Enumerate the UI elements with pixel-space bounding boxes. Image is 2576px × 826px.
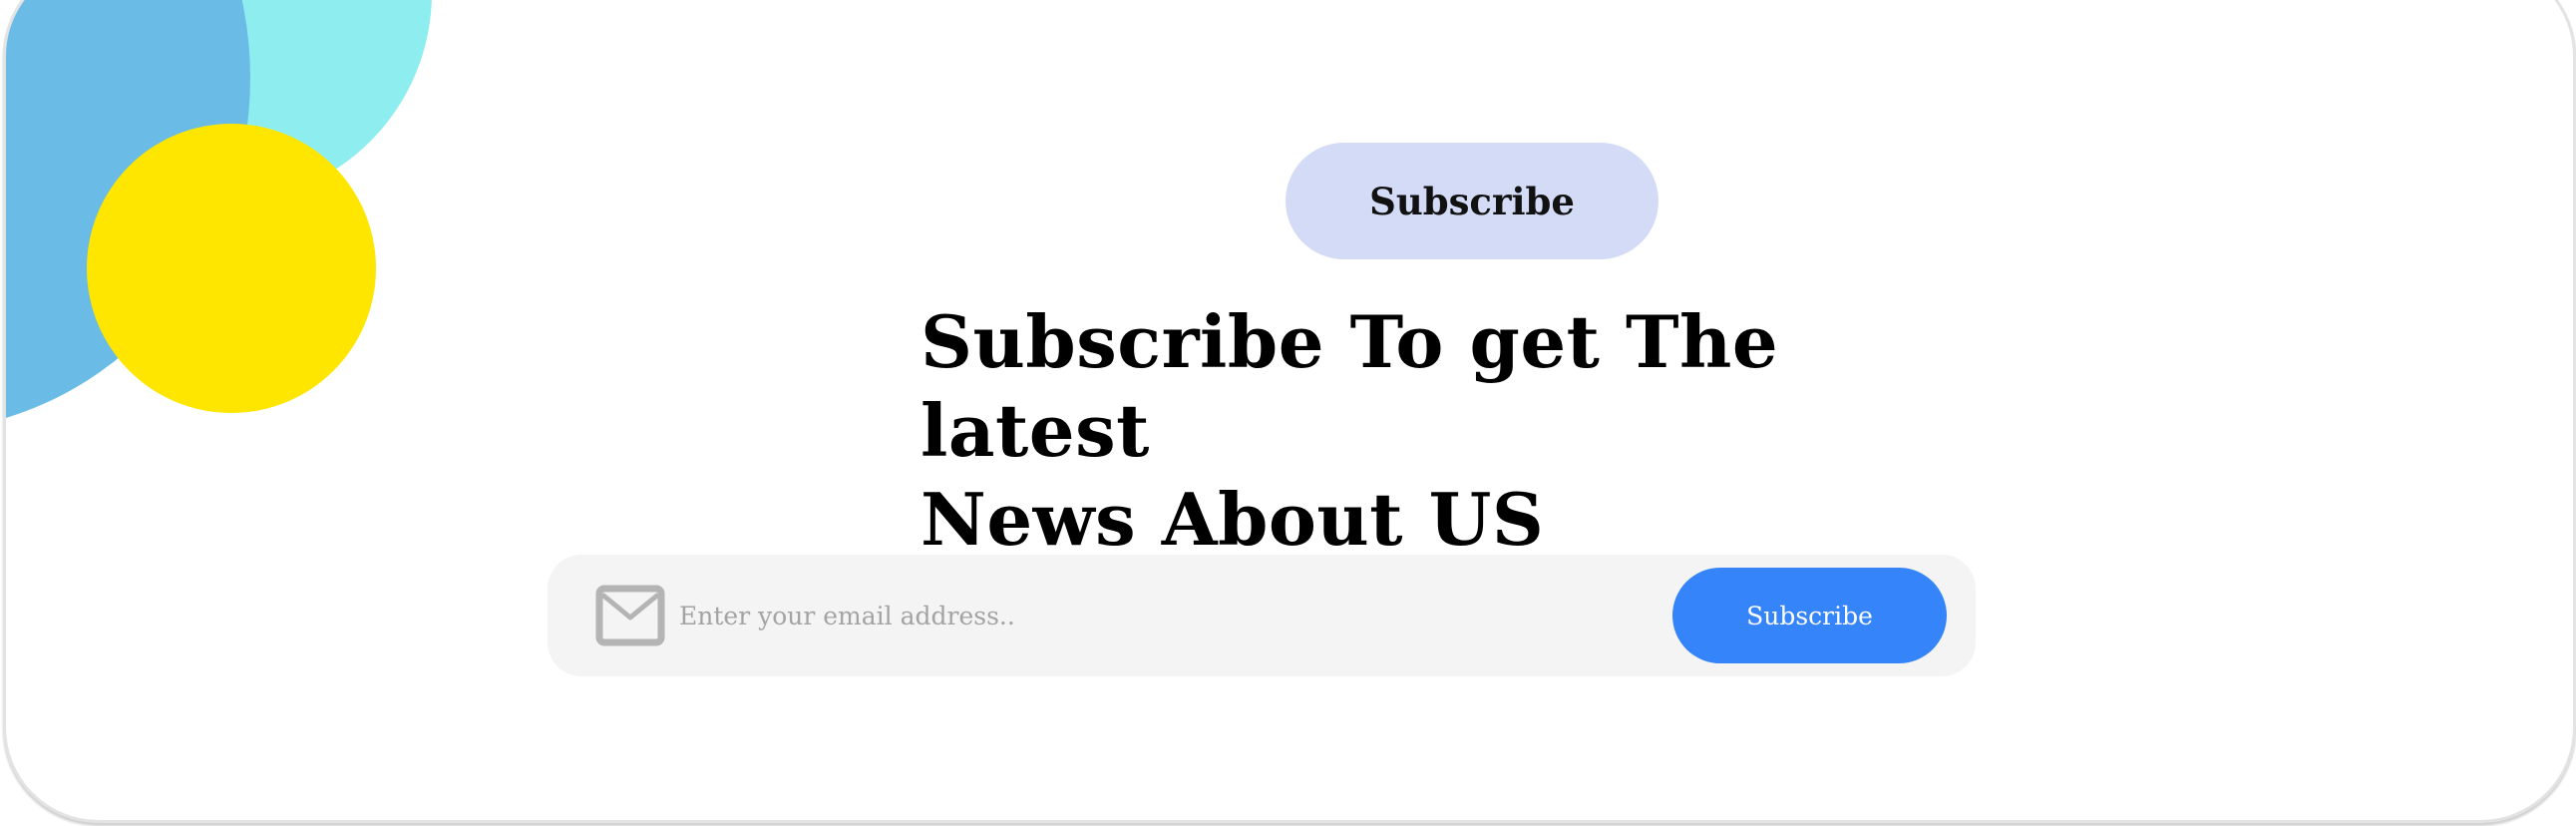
subscribe-submit-button[interactable]: Subscribe xyxy=(1672,568,1947,663)
subscribe-form: Subscribe xyxy=(548,555,1976,676)
page-title-line-2: News About US xyxy=(920,477,1545,562)
mail-icon xyxy=(595,585,665,646)
page-title-line-1: Subscribe To get The latest xyxy=(920,299,1779,473)
subscribe-badge-label: Subscribe xyxy=(1369,179,1575,223)
page-title: Subscribe To get The latest News About U… xyxy=(920,297,1978,564)
subscribe-badge[interactable]: Subscribe xyxy=(1286,143,1658,259)
email-input[interactable] xyxy=(679,583,1497,648)
decorative-yellow-circle xyxy=(87,124,376,413)
